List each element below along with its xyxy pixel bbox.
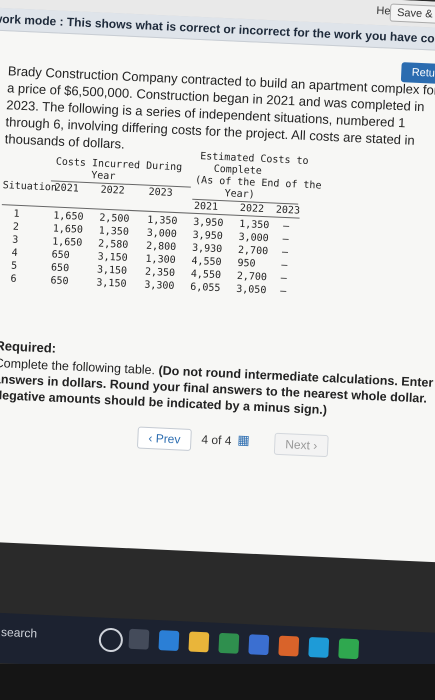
prev-label: Prev <box>155 431 181 447</box>
row-situation: 2 <box>12 221 20 233</box>
header-estimated-3: (As of the End of the <box>194 174 322 192</box>
table-cell: 2,700 <box>236 270 268 284</box>
table-cell: 2,350 <box>144 266 176 280</box>
required-label: Required: <box>0 337 57 356</box>
table-cell: 3,000 <box>238 231 269 245</box>
table-cell: 3,930 <box>191 242 223 256</box>
header-col-2021b: 2021 <box>193 200 219 213</box>
monitor-bezel <box>0 664 435 700</box>
page-of: of <box>211 432 222 448</box>
header-col-2022b: 2022 <box>239 202 265 216</box>
table-cell: 4,550 <box>191 255 222 269</box>
page-current: 4 <box>201 432 209 447</box>
table-cell: – <box>281 259 288 272</box>
table-cell: 1,300 <box>145 253 176 267</box>
row-situation: 1 <box>13 208 20 220</box>
table-cell: 1,650 <box>53 210 84 223</box>
taskbar-search[interactable]: search <box>1 625 38 641</box>
row-situation: 4 <box>11 247 18 259</box>
table-cell: 950 <box>237 257 256 270</box>
office-icon[interactable] <box>278 635 300 657</box>
store-icon[interactable] <box>218 632 240 654</box>
table-cell: 3,150 <box>96 264 128 277</box>
header-col-2023a: 2023 <box>148 186 173 199</box>
table-cell: 3,950 <box>192 229 223 243</box>
app2-icon[interactable] <box>338 638 360 660</box>
table-cell: – <box>282 220 290 233</box>
header-col-2022a: 2022 <box>100 184 125 197</box>
table-cell: 650 <box>50 275 69 288</box>
table-cell: 2,800 <box>145 240 177 254</box>
header-col-2023b: 2023 <box>275 204 301 217</box>
table-cell: 3,150 <box>96 277 127 290</box>
header-costs-incurred: Costs Incurred During <box>55 156 183 174</box>
table-cell: 2,580 <box>97 238 129 251</box>
table-cell: 2,500 <box>99 212 130 225</box>
table-cell: 1,350 <box>147 214 178 228</box>
page-total: 4 <box>224 433 232 448</box>
table-cell: 650 <box>50 262 70 275</box>
table-cell: 1,650 <box>51 236 83 249</box>
table-cell: 1,350 <box>238 218 270 232</box>
save-exit-button[interactable]: Save & Exit <box>389 3 435 25</box>
table-cell: 1,350 <box>98 225 130 238</box>
table-cell: 3,150 <box>97 251 128 264</box>
required-instructions: Complete the following table. (Do not ro… <box>0 355 435 423</box>
row-situation: 6 <box>10 273 17 285</box>
table-cell: 3,950 <box>192 216 224 230</box>
page-indicator: 4 of 4 <box>201 432 232 447</box>
table-cell: 1,650 <box>52 223 84 236</box>
prev-button[interactable]: ‹ Prev <box>136 426 192 451</box>
row-situation: 5 <box>10 260 18 272</box>
table-cell: – <box>279 285 287 298</box>
table-cell: – <box>281 246 289 259</box>
table-cell: 6,055 <box>190 281 221 295</box>
table-cell: – <box>280 272 288 285</box>
header-col-2021a: 2021 <box>54 182 79 195</box>
edge-icon[interactable] <box>158 630 180 652</box>
table-cell: 2,700 <box>237 244 269 258</box>
table-cell: 650 <box>51 249 70 262</box>
question-grid-icon[interactable]: ▦ <box>237 432 252 448</box>
mail-icon[interactable] <box>248 634 270 656</box>
next-label: Next <box>284 437 311 453</box>
table-cell: 3,050 <box>236 283 267 297</box>
app-window: Help Save & Exit k my work mode : This s… <box>0 0 435 564</box>
table-cell: 3,000 <box>146 227 178 241</box>
table-cell: 3,300 <box>144 279 175 293</box>
row-situation: 3 <box>12 234 19 246</box>
table-cell: 4,550 <box>190 268 222 282</box>
table-cell: – <box>282 233 289 246</box>
task-view-icon[interactable] <box>128 628 150 650</box>
cortana-icon[interactable] <box>98 627 124 653</box>
file-explorer-icon[interactable] <box>188 631 210 653</box>
app-icon[interactable] <box>308 636 330 658</box>
next-button[interactable]: Next › <box>273 432 329 458</box>
header-costs-year: Year <box>91 170 116 183</box>
header-situation: Situation <box>2 180 58 194</box>
